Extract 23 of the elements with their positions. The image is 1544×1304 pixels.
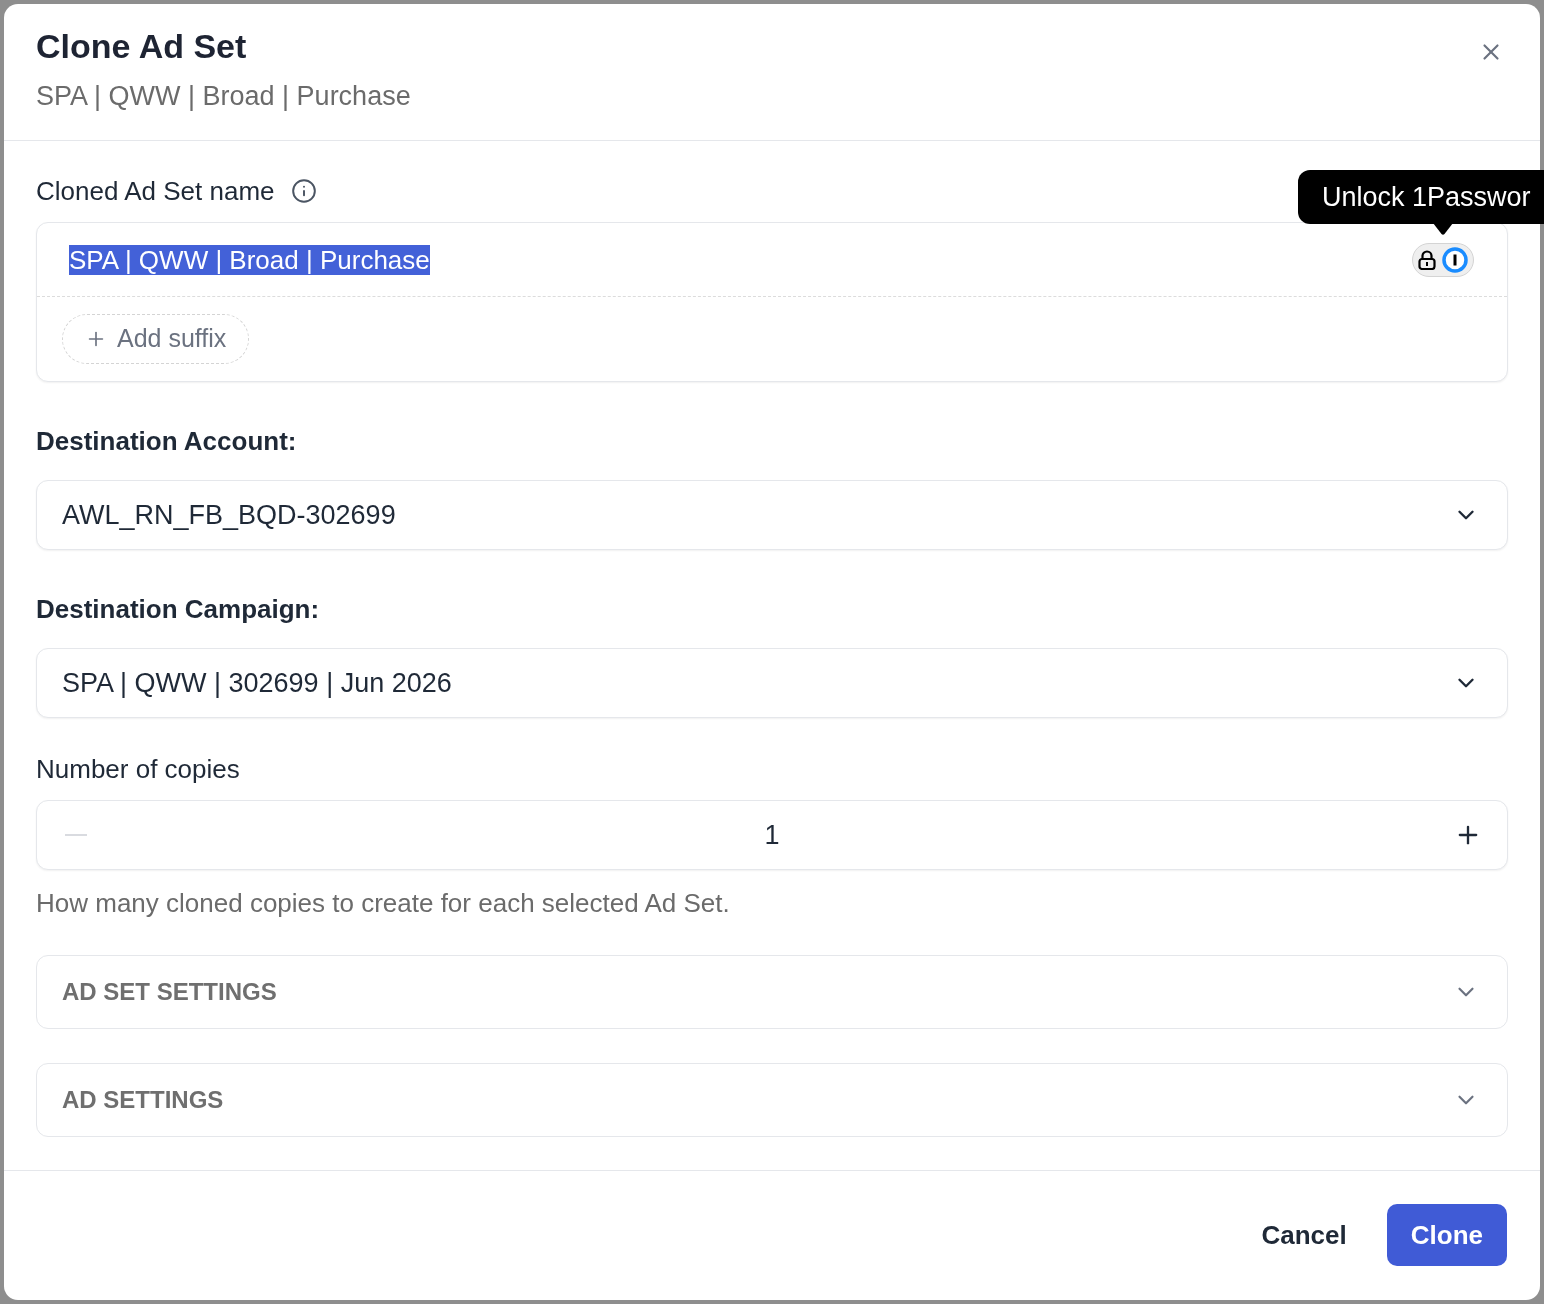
tooltip: Unlock 1Passwor xyxy=(1298,170,1544,224)
minus-icon xyxy=(65,834,87,836)
field-label: Destination Campaign: xyxy=(36,593,320,625)
name-input[interactable]: SPA | QWW | Broad | Purchase xyxy=(37,223,1507,297)
lock-icon xyxy=(1418,249,1436,270)
campaign-select[interactable]: SPA | QWW | 302699 | Jun 2026 xyxy=(36,648,1508,718)
account-select[interactable]: AWL_RN_FB_BQD-302699 xyxy=(36,480,1508,550)
field-label: Number of copies xyxy=(36,753,240,785)
dialog-title: Clone Ad Set xyxy=(36,26,247,66)
field-label: Cloned Ad Set name xyxy=(36,174,275,208)
settings-section-header[interactable]: AD SET SETTINGS xyxy=(36,955,1508,1029)
selected-text: SPA | QWW | Broad | Purchase xyxy=(69,244,430,275)
clone-button[interactable]: Clone xyxy=(1386,1204,1507,1266)
settings-section-header[interactable]: AD SETTINGS xyxy=(36,1063,1508,1137)
info-icon[interactable] xyxy=(290,178,317,204)
copies-input[interactable]: 1 xyxy=(95,814,1449,856)
cancel-button[interactable]: Cancel xyxy=(1239,1204,1369,1266)
password-manager-button[interactable] xyxy=(1412,242,1474,277)
tooltip-arrow-icon xyxy=(1433,223,1453,235)
helper-text: How many cloned copies to create for each selected Ad Set. xyxy=(36,887,730,919)
field-label: Destination Account: xyxy=(36,425,297,457)
ring-icon xyxy=(1442,246,1468,273)
dialog-subtitle: SPA | QWW | Broad | Purchase xyxy=(36,80,411,113)
